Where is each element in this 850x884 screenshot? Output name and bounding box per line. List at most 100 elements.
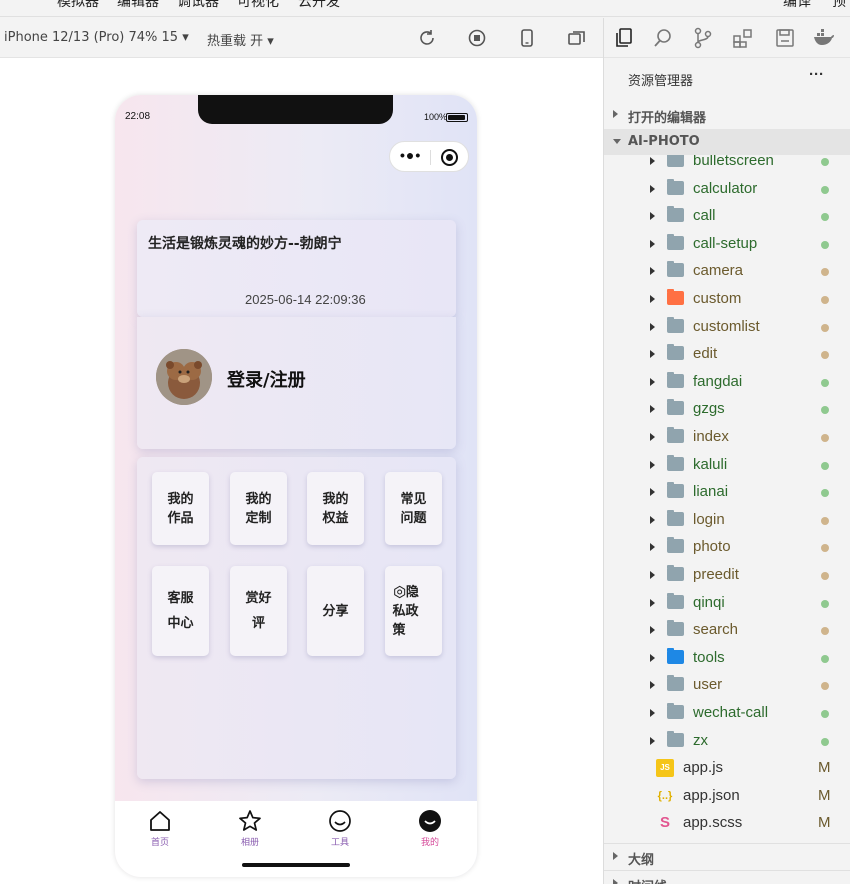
menu-preview[interactable]: 预 [832, 0, 846, 11]
folder-customlist[interactable]: customlist [604, 314, 850, 341]
folder-name: tools [693, 648, 725, 666]
avatar[interactable] [156, 349, 212, 405]
tab-home[interactable]: 首页 [140, 809, 180, 848]
stop-icon[interactable] [467, 28, 487, 48]
folder-preedit[interactable]: preedit [604, 562, 850, 589]
files-icon[interactable] [613, 27, 635, 49]
modified-mark: M [818, 759, 831, 777]
status-battery-text: 100% [423, 112, 447, 122]
refresh-icon[interactable] [417, 28, 437, 48]
folder-user[interactable]: user [604, 672, 850, 699]
chevron-right-icon [650, 350, 655, 359]
folder-search[interactable]: search [604, 617, 850, 644]
tab-album[interactable]: 相册 [230, 809, 270, 848]
my-benefits-tile[interactable]: 我的 权益 [307, 472, 364, 545]
folder-index[interactable]: index [604, 424, 850, 451]
search-icon[interactable] [652, 27, 674, 49]
menu-simulator[interactable]: 模拟器 [57, 0, 99, 11]
git-status-dot [821, 351, 829, 360]
menu-debugger[interactable]: 调试器 [177, 0, 219, 11]
folder-camera[interactable]: camera [604, 258, 850, 285]
hot-reload-toggle[interactable]: 热重载 开 ▾ [207, 30, 274, 49]
folder-zx[interactable]: zx [604, 728, 850, 755]
privacy-policy-tile[interactable]: 隐 私政 策 [385, 566, 442, 656]
file-app-json[interactable]: {..} app.json M [604, 783, 850, 810]
more-actions-icon[interactable]: ··· [809, 66, 824, 83]
my-custom-tile[interactable]: 我的 定制 [230, 472, 287, 545]
chevron-right-icon [613, 879, 618, 884]
git-status-dot [821, 434, 829, 442]
folder-wechat-call[interactable]: wechat-call [604, 700, 850, 727]
chevron-right-icon [650, 736, 655, 745]
close-capsule-icon[interactable] [441, 149, 458, 166]
chevron-right-icon [650, 598, 655, 607]
open-editors-section[interactable]: 打开的编辑器 [604, 102, 850, 128]
folder-icon [667, 261, 684, 278]
chevron-right-icon [650, 681, 655, 690]
my-works-tile[interactable]: 我的 作品 [152, 472, 209, 545]
menu-visualize[interactable]: 可视化 [237, 0, 279, 11]
folder-bulletscreen[interactable]: bulletscreen [604, 155, 850, 175]
folder-lianai[interactable]: lianai [604, 479, 850, 506]
folder-icon [667, 206, 684, 223]
folder-photo[interactable]: photo [604, 534, 850, 561]
menu-editor[interactable]: 编辑器 [117, 0, 159, 11]
tab-tools[interactable]: 工具 [320, 809, 360, 848]
user-filled-icon [419, 810, 441, 832]
folder-qinqi[interactable]: qinqi [604, 590, 850, 617]
menu-cloud[interactable]: 云开发 [298, 0, 340, 11]
share-tile[interactable]: 分享 [307, 566, 364, 656]
git-status-dot [821, 572, 829, 580]
git-status-dot [821, 185, 829, 194]
chevron-right-icon [650, 488, 655, 497]
file-app-scss[interactable]: Sapp.scss M [604, 810, 850, 837]
save-icon[interactable] [774, 27, 796, 49]
folder-icon [667, 509, 684, 526]
folder-custom[interactable]: custom [604, 286, 850, 313]
folder-edit[interactable]: edit [604, 341, 850, 368]
miniprogram-capsule: •●• [389, 141, 469, 172]
faq-tile[interactable]: 常见 问题 [385, 472, 442, 545]
chevron-right-icon [650, 709, 655, 717]
folder-kaluli[interactable]: kaluli [604, 452, 850, 479]
tab-mine[interactable]: 我的 [410, 809, 450, 848]
device-select[interactable]: iPhone 12/13 (Pro) 74% 15 ▾ [4, 30, 189, 45]
menu-bar: 模拟器 编辑器 调试器 可视化 云开发 编译 预 [0, 0, 850, 17]
more-dots-icon[interactable]: •●• [400, 147, 421, 163]
phone-notch [198, 95, 393, 124]
window-icon[interactable] [567, 28, 587, 48]
chevron-right-icon [650, 571, 655, 579]
folder-call[interactable]: call [604, 203, 850, 230]
project-section[interactable]: AI-PHOTO [604, 129, 850, 155]
folder-icon [667, 675, 684, 692]
login-card[interactable]: 登录/注册 [137, 317, 456, 449]
source-control-icon[interactable] [692, 27, 714, 49]
docker-icon[interactable] [813, 27, 835, 49]
login-register-label[interactable]: 登录/注册 [227, 366, 306, 392]
folder-calculator[interactable]: calculator [604, 176, 850, 203]
status-time: 22:08 [125, 111, 151, 122]
folder-icon [667, 155, 684, 167]
folder-icon [667, 344, 684, 361]
folder-login[interactable]: login [604, 507, 850, 534]
explorer-title: 资源管理器 [628, 74, 694, 89]
outline-section[interactable]: 大纲 [604, 843, 850, 869]
quote-date: 2025-06-14 22:09:36 [245, 292, 366, 307]
chevron-right-icon [650, 460, 655, 469]
phone-icon[interactable] [517, 28, 537, 48]
folder-gzgs[interactable]: gzgs [604, 396, 850, 423]
customer-service-tile[interactable]: 客服 中心 [152, 566, 209, 656]
folder-name: zx [693, 731, 708, 749]
folder-fangdai[interactable]: fangdai [604, 369, 850, 396]
menu-compile[interactable]: 编译 [783, 0, 811, 11]
folder-call-setup[interactable]: call-setup [604, 231, 850, 258]
rate-tile[interactable]: 赏好评 [230, 566, 287, 656]
git-status-dot [821, 378, 829, 387]
folder-icon [667, 316, 684, 333]
folder-tools[interactable]: tools [604, 645, 850, 672]
extensions-icon[interactable] [732, 27, 754, 49]
file-type-icon: S [659, 814, 670, 832]
timeline-section[interactable]: 时间线 [604, 870, 850, 884]
file-app-js[interactable]: JS app.js M [604, 755, 850, 782]
folder-name: camera [693, 262, 744, 280]
